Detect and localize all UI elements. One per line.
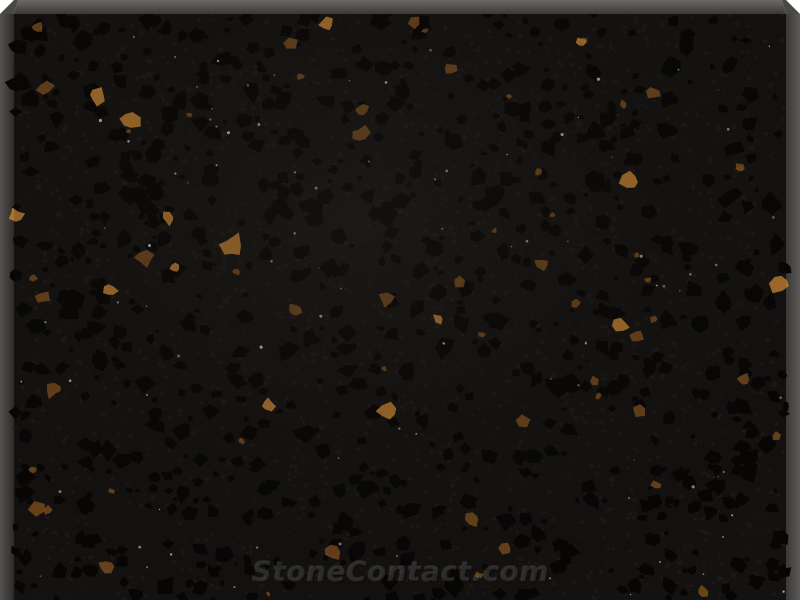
- slab-right-bevel: [786, 14, 800, 600]
- stone-slab-photo: StoneContact.com: [0, 0, 800, 600]
- slab-left-bevel: [0, 14, 14, 600]
- slab-sheen: [14, 14, 786, 600]
- slab-top-bevel: [14, 0, 786, 14]
- quartz-slab-image: [0, 0, 800, 600]
